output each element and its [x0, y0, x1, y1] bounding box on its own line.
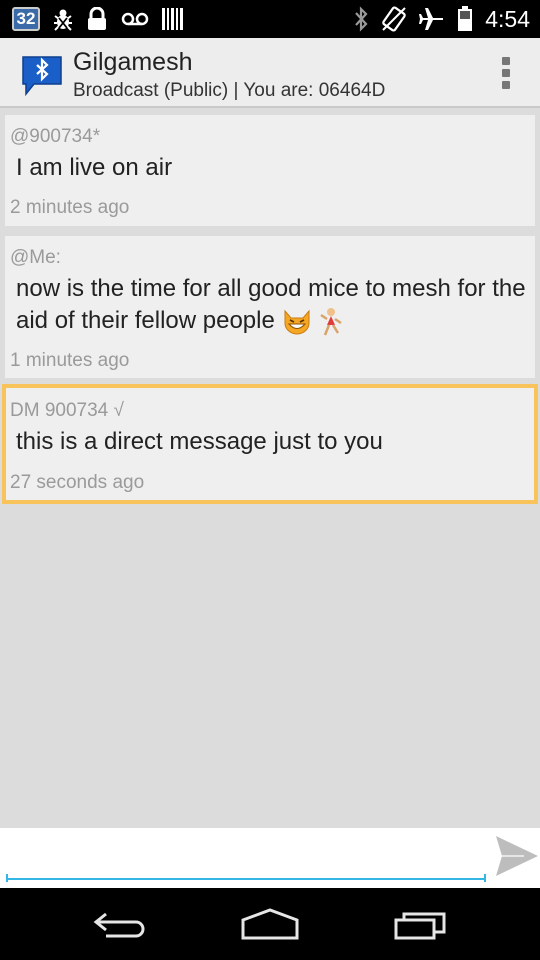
lock-icon	[88, 7, 106, 30]
direct-message-item[interactable]: DM 900734 √ this is a direct message jus…	[2, 384, 538, 504]
message-item[interactable]: @900734* I am live on air 2 minutes ago	[5, 115, 535, 226]
barcode-icon	[162, 8, 183, 30]
airplane-icon	[419, 8, 444, 30]
navigation-bar	[0, 888, 540, 960]
message-timestamp: 2 minutes ago	[10, 197, 130, 218]
voicemail-icon	[121, 12, 149, 26]
message-text: this is a direct message just to you	[16, 428, 383, 455]
message-sender: @900734*	[10, 126, 101, 147]
notification-count-badge: 32	[12, 7, 40, 31]
clock: 4:54	[485, 5, 530, 32]
message-text: I am live on air	[16, 154, 173, 181]
recents-icon[interactable]	[392, 906, 450, 942]
status-bar: 32 4:54	[0, 0, 540, 38]
message-text-container: now is the time for all good mice to mes…	[16, 273, 527, 337]
send-icon[interactable]	[494, 832, 540, 878]
message-timestamp: 27 seconds ago	[10, 472, 145, 493]
message-item[interactable]: @Me: now is the time for all good mice t…	[5, 236, 535, 378]
battery-icon	[458, 6, 473, 31]
message-text: now is the time for all good mice to mes…	[16, 275, 526, 334]
action-bar: Gilgamesh Broadcast (Public) | You are: …	[0, 38, 540, 108]
message-sender: @Me:	[10, 247, 61, 268]
overflow-menu-icon[interactable]	[500, 57, 512, 91]
home-icon[interactable]	[240, 906, 300, 942]
bluetooth-chat-icon[interactable]	[20, 54, 64, 96]
message-sender: DM 900734 √	[10, 400, 124, 421]
grinning-cat-emoji	[284, 309, 310, 335]
input-underline-left	[6, 874, 8, 882]
no-rotate-icon	[382, 6, 407, 32]
input-underline-right	[484, 874, 486, 882]
status-bar-left: 32	[12, 6, 184, 32]
page-subtitle: Broadcast (Public) | You are: 06464D	[73, 80, 386, 101]
bluetooth-icon	[355, 6, 368, 32]
composer	[0, 828, 540, 888]
back-icon[interactable]	[92, 906, 148, 942]
message-input[interactable]	[6, 832, 486, 880]
dancer-emoji	[320, 307, 342, 336]
status-bar-right: 4:54	[353, 6, 530, 32]
message-timestamp: 1 minutes ago	[10, 350, 130, 371]
page-title: Gilgamesh	[73, 48, 193, 76]
bug-icon	[54, 9, 72, 31]
